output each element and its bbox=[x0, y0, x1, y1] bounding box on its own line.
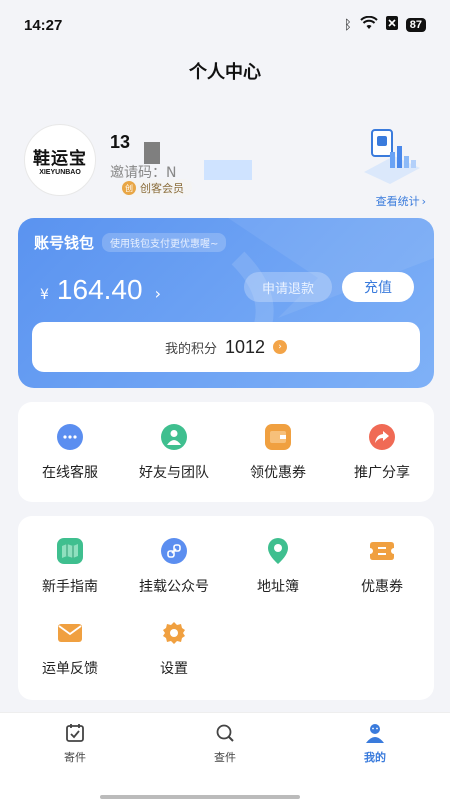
clipboard-check-icon bbox=[65, 723, 85, 743]
tool-address-book[interactable]: 地址簿 bbox=[226, 538, 330, 596]
service-claim-coupon[interactable]: 领优惠券 bbox=[226, 424, 330, 482]
map-icon bbox=[57, 538, 83, 564]
profile-section: 鞋运宝 XIEYUNBAO 13 邀请码：N 创 创客会员 查看统计 › bbox=[24, 122, 426, 212]
chat-icon bbox=[57, 424, 83, 450]
view-stats-link[interactable]: 查看统计 › bbox=[376, 193, 426, 209]
profile-icon bbox=[365, 723, 385, 743]
avatar-logo-text: 鞋运宝 bbox=[33, 149, 87, 169]
refund-button[interactable]: 申请退款 bbox=[244, 272, 332, 302]
sim-icon bbox=[385, 16, 398, 34]
status-icons: ᛒ 87 bbox=[343, 15, 426, 34]
service-label: 好友与团队 bbox=[139, 465, 209, 481]
wifi-icon bbox=[360, 15, 378, 34]
status-bar: 14:27 ᛒ 87 bbox=[0, 0, 450, 50]
tool-label: 新手指南 bbox=[42, 579, 98, 595]
chevron-right-icon: › bbox=[154, 284, 161, 303]
home-indicator bbox=[0, 788, 450, 800]
phone-number: 13 bbox=[110, 132, 131, 152]
recharge-button[interactable]: 充值 bbox=[342, 272, 414, 302]
view-stats-label: 查看统计 bbox=[375, 195, 420, 208]
phone-redaction bbox=[144, 142, 160, 164]
search-icon bbox=[215, 723, 235, 743]
service-promote-share[interactable]: 推广分享 bbox=[330, 424, 434, 482]
service-friends-team[interactable]: 好友与团队 bbox=[122, 424, 226, 482]
ticket-icon bbox=[369, 538, 395, 564]
tab-label: 查件 bbox=[214, 751, 236, 764]
tab-label: 寄件 bbox=[64, 751, 86, 764]
tools-card: 新手指南 挂载公众号 地址簿 优惠券 运单反馈 设置 bbox=[18, 516, 434, 700]
gear-icon bbox=[161, 620, 187, 646]
avatar[interactable]: 鞋运宝 XIEYUNBAO bbox=[24, 124, 96, 196]
tool-label: 挂载公众号 bbox=[139, 579, 209, 595]
currency-symbol: ¥ bbox=[40, 287, 49, 303]
tab-label: 我的 bbox=[364, 751, 386, 764]
location-icon bbox=[265, 538, 291, 564]
bottom-tab-bar: 寄件 查件 我的 bbox=[0, 712, 450, 800]
invite-redaction bbox=[204, 160, 252, 180]
tab-mine[interactable]: 我的 bbox=[300, 723, 450, 765]
wallet-header: 账号钱包 使用钱包支付更优惠喔~ bbox=[34, 232, 227, 253]
avatar-logo-subtext: XIEYUNBAO bbox=[39, 169, 81, 176]
tool-label: 优惠券 bbox=[361, 579, 403, 595]
mail-icon bbox=[57, 620, 83, 646]
membership-badge: 创 创客会员 bbox=[120, 179, 192, 197]
tool-label: 地址簿 bbox=[257, 579, 299, 595]
points-label: 我的积分 bbox=[164, 341, 217, 357]
tool-beginner-guide[interactable]: 新手指南 bbox=[18, 538, 122, 596]
wallet-tip: 使用钱包支付更优惠喔~ bbox=[102, 233, 227, 252]
service-online-support[interactable]: 在线客服 bbox=[18, 424, 122, 482]
service-label: 推广分享 bbox=[354, 465, 410, 481]
wallet-icon bbox=[265, 424, 291, 450]
membership-label: 创客会员 bbox=[140, 182, 184, 195]
balance-amount: 164.40 bbox=[56, 274, 143, 305]
tab-send[interactable]: 寄件 bbox=[0, 723, 150, 765]
tool-label: 运单反馈 bbox=[42, 661, 98, 677]
wallet-card: 账号钱包 使用钱包支付更优惠喔~ ¥ 164.40 › 申请退款 充值 我的积分… bbox=[18, 218, 434, 388]
page-title: 个人中心 bbox=[189, 62, 261, 83]
share-icon bbox=[369, 424, 395, 450]
services-card: 在线客服 好友与团队 领优惠券 推广分享 bbox=[18, 402, 434, 502]
bluetooth-icon: ᛒ bbox=[343, 17, 352, 33]
arrow-right-icon: › bbox=[273, 340, 288, 354]
tool-settings[interactable]: 设置 bbox=[122, 620, 226, 678]
vip-icon: 创 bbox=[122, 181, 136, 195]
wallet-balance[interactable]: ¥ 164.40 › bbox=[40, 274, 161, 306]
service-label: 领优惠券 bbox=[250, 465, 306, 481]
stats-chart-icon[interactable] bbox=[350, 122, 426, 188]
points-value: 1012 bbox=[224, 336, 266, 357]
chevron-right-icon: › bbox=[421, 194, 426, 208]
service-label: 在线客服 bbox=[42, 465, 98, 481]
tool-waybill-feedback[interactable]: 运单反馈 bbox=[18, 620, 122, 678]
tab-track[interactable]: 查件 bbox=[150, 723, 300, 765]
wallet-title: 账号钱包 bbox=[34, 234, 95, 252]
user-icon bbox=[161, 424, 187, 450]
points-bar[interactable]: 我的积分 1012 › bbox=[32, 322, 420, 372]
battery-indicator: 87 bbox=[405, 18, 426, 32]
tool-link-official-account[interactable]: 挂载公众号 bbox=[122, 538, 226, 596]
tool-coupons[interactable]: 优惠券 bbox=[330, 538, 434, 596]
tool-label: 设置 bbox=[160, 661, 188, 677]
status-time: 14:27 bbox=[24, 16, 63, 34]
link-icon bbox=[161, 538, 187, 564]
